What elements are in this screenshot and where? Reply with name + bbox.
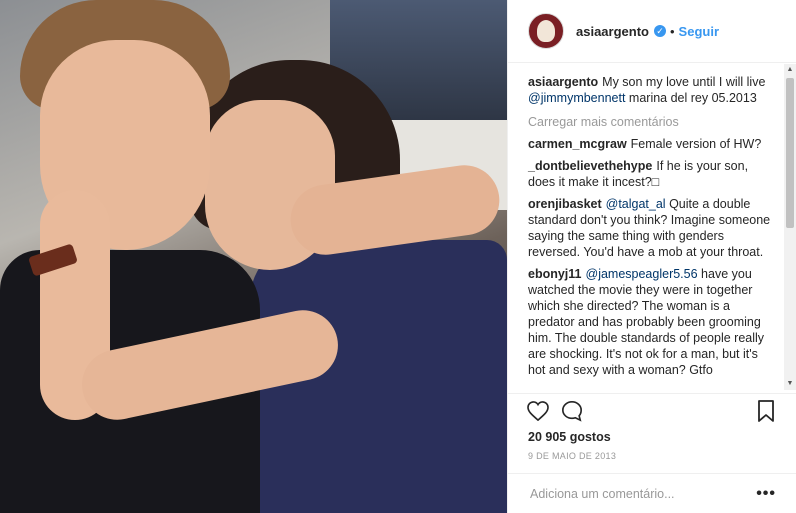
caption-mention[interactable]: @jimmymbennett bbox=[528, 91, 625, 105]
scroll-down-arrow-icon[interactable]: ▼ bbox=[784, 378, 796, 390]
bookmark-icon[interactable] bbox=[754, 399, 778, 423]
verified-badge-icon: ✓ bbox=[653, 25, 666, 37]
load-more-comments-link[interactable]: Carregar mais comentários bbox=[528, 114, 784, 130]
caption: asiaargento My son my love until I will l… bbox=[528, 74, 784, 106]
caption-text-after: marina del rey 05.2013 bbox=[625, 91, 757, 105]
comment-username[interactable]: carmen_mcgraw bbox=[528, 137, 627, 151]
comment-text: have you watched the movie they were in … bbox=[528, 267, 765, 377]
comment-item: _dontbelievethehype If he is your son, do… bbox=[528, 158, 784, 190]
more-options-icon[interactable]: ••• bbox=[756, 485, 776, 503]
add-comment-bar: ••• bbox=[508, 473, 796, 513]
header-username[interactable]: asiaargento bbox=[576, 24, 649, 39]
comments-scrollbar[interactable]: ▲ ▼ bbox=[784, 64, 796, 390]
comments-list[interactable]: asiaargento My son my love until I will l… bbox=[508, 64, 784, 390]
separator-dot: • bbox=[669, 23, 675, 39]
comment-item: ebonyj11 @jamespeagler5.56 have you watch… bbox=[528, 266, 784, 378]
caption-username[interactable]: asiaargento bbox=[528, 75, 598, 89]
post-side-panel: asiaargento ✓ • Seguir asiaargento My son… bbox=[507, 0, 796, 513]
comment-item: orenjibasket @talgat_al Quite a double st… bbox=[528, 196, 784, 260]
post-header: asiaargento ✓ • Seguir bbox=[508, 0, 796, 63]
comment-mention[interactable]: @talgat_al bbox=[606, 197, 666, 211]
likes-count[interactable]: 20 905 gostos bbox=[528, 430, 611, 444]
scrollbar-thumb[interactable] bbox=[786, 78, 794, 228]
scroll-up-arrow-icon[interactable]: ▲ bbox=[784, 64, 796, 76]
comment-mention[interactable]: @jamespeagler5.56 bbox=[586, 267, 698, 281]
action-bar bbox=[508, 393, 796, 427]
comment-username[interactable]: ebonyj11 bbox=[528, 267, 582, 281]
heart-icon[interactable] bbox=[526, 399, 550, 423]
avatar[interactable] bbox=[528, 13, 564, 49]
comment-icon[interactable] bbox=[560, 399, 584, 423]
caption-text-before: My son my love until I will live bbox=[602, 75, 766, 89]
post-photo[interactable] bbox=[0, 0, 507, 513]
post-frame: asiaargento ✓ • Seguir asiaargento My son… bbox=[0, 0, 796, 513]
comment-item: carmen_mcgraw Female version of HW? bbox=[528, 136, 784, 152]
comment-username[interactable]: _dontbelievethehype bbox=[528, 159, 652, 173]
comment-text: Female version of HW? bbox=[630, 137, 762, 151]
avatar-image bbox=[537, 20, 555, 42]
comment-username[interactable]: orenjibasket bbox=[528, 197, 602, 211]
post-date[interactable]: 9 DE MAIO DE 2013 bbox=[528, 451, 616, 461]
follow-button[interactable]: Seguir bbox=[679, 24, 719, 39]
add-comment-input[interactable] bbox=[528, 485, 757, 502]
